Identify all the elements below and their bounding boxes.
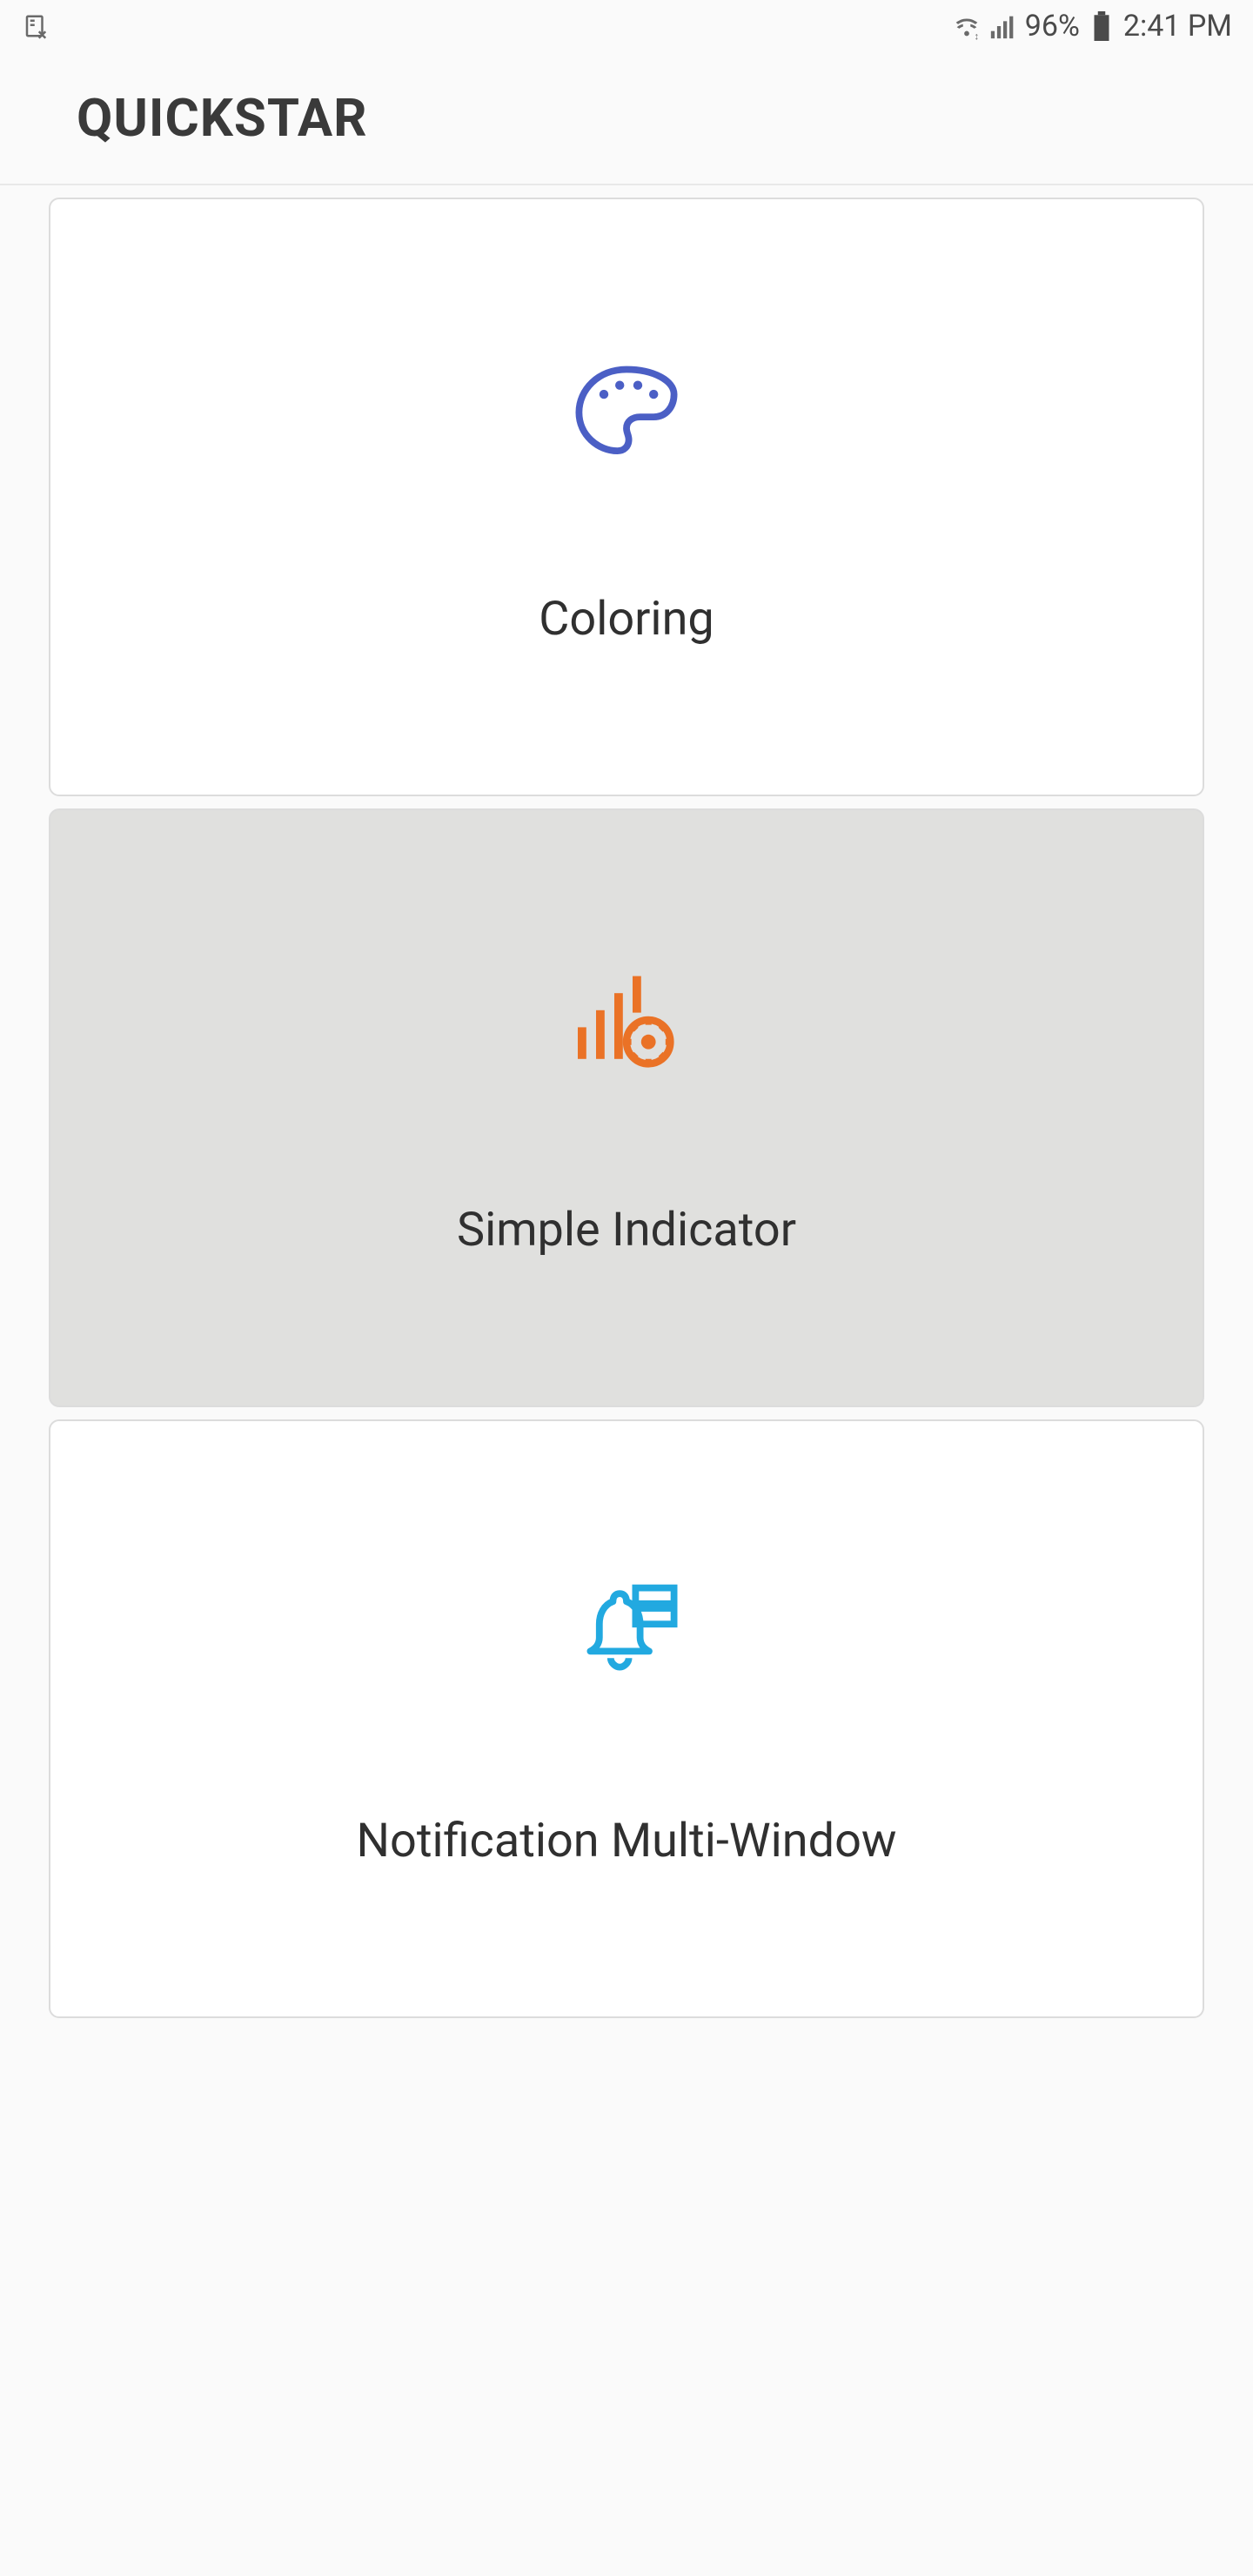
battery-percent: 96%	[1025, 9, 1080, 44]
app-title: QUICKSTAR	[77, 87, 1176, 149]
notification-icon	[566, 1570, 687, 1692]
svg-text:↕: ↕	[974, 30, 979, 41]
indicator-icon	[566, 959, 687, 1081]
header-divider	[0, 184, 1253, 185]
palette-icon	[566, 348, 687, 470]
status-left	[21, 11, 50, 41]
card-coloring[interactable]: Coloring	[49, 198, 1204, 796]
document-icon	[21, 11, 50, 41]
card-label-coloring: Coloring	[539, 592, 714, 647]
wifi-icon: ↕	[952, 11, 982, 41]
status-right: ↕ 96% 2:41 PM	[952, 9, 1232, 44]
signal-icon	[988, 11, 1018, 41]
card-label-simple-indicator: Simple Indicator	[457, 1203, 796, 1258]
card-simple-indicator[interactable]: Simple Indicator	[49, 808, 1204, 1407]
card-notification-multi-window[interactable]: Notification Multi-Window	[49, 1419, 1204, 2018]
status-bar: ↕ 96% 2:41 PM	[0, 0, 1253, 52]
card-container: Coloring Simple Indicator N	[0, 198, 1253, 2018]
battery-icon	[1087, 11, 1116, 41]
app-header: QUICKSTAR	[0, 52, 1253, 184]
card-label-notification: Notification Multi-Window	[357, 1814, 897, 1868]
status-time: 2:41 PM	[1123, 9, 1232, 44]
